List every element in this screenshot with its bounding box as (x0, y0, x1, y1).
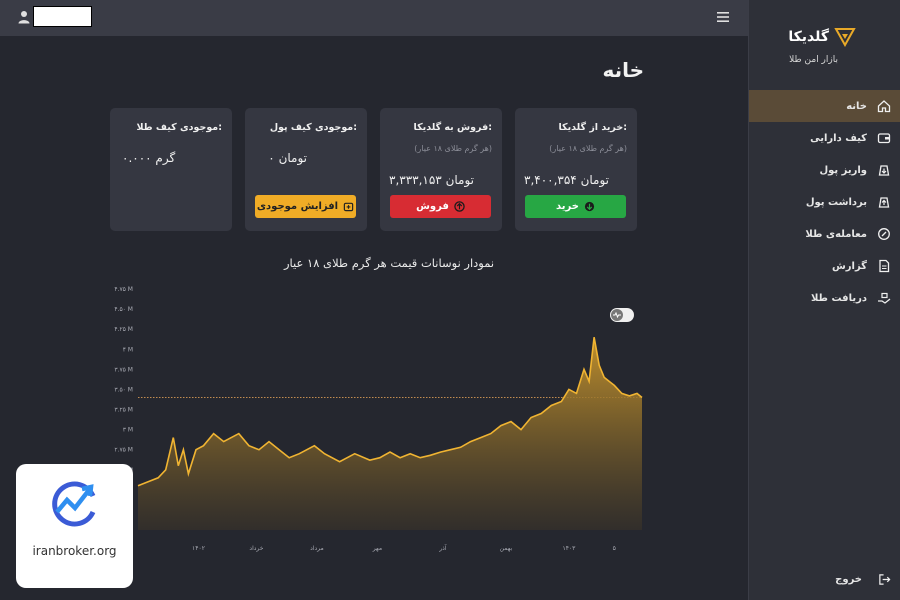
buy-icon (584, 201, 595, 212)
wallet-gold-card: موجودی کیف طلا: ۰.۰۰۰ گرم (110, 108, 232, 231)
sidebar-item-label: خانه (846, 100, 867, 112)
card-subtitle: (هر گرم طلای ۱۸ عیار) (414, 144, 492, 153)
y-tick-label: ۳.۷۵ M (114, 366, 133, 373)
sidebar-item-label: معامله‌ی طلا (805, 228, 867, 240)
buy-button-label: خرید (556, 201, 579, 212)
y-tick-label: ۳ M (123, 427, 133, 434)
sell-price-value: ۳,۳۳۳,۱۵۳ تومان (389, 173, 474, 187)
y-tick-label: ۴ M (123, 346, 133, 353)
sidebar-item-receive-gold[interactable]: دریافت طلا (749, 282, 900, 314)
sidebar-item-report[interactable]: گزارش (749, 250, 900, 282)
username-box (33, 6, 92, 27)
card-title: فروش به گلدیکا: (413, 122, 492, 133)
sell-price-card: فروش به گلدیکا: (هر گرم طلای ۱۸ عیار) ۳,… (380, 108, 502, 231)
report-icon (879, 259, 890, 273)
withdraw-icon (878, 197, 890, 208)
brand-tagline: بازار امن طلا (789, 55, 838, 65)
pulse-icon (611, 309, 623, 321)
hamburger-icon[interactable] (716, 10, 730, 24)
top-bar (0, 0, 748, 36)
sidebar-item-label: گزارش (831, 260, 867, 272)
sidebar-item-withdraw[interactable]: برداشت پول (749, 186, 900, 218)
y-tick-label: ۴.۲۵ M (114, 326, 133, 333)
x-tick-label: ۱۴۰۲ (192, 545, 205, 552)
x-tick-label: آذر (438, 543, 447, 552)
watermark: iranbroker.org (16, 464, 133, 588)
sidebar-item-label: برداشت پول (805, 196, 867, 208)
wallet-gold-value: ۰.۰۰۰ گرم (122, 151, 176, 165)
gold-logo-icon (834, 28, 856, 47)
logout-label: خروج (835, 573, 862, 585)
x-tick-label: مرداد (310, 545, 324, 552)
buy-button[interactable]: خرید (525, 195, 626, 218)
card-subtitle: (هر گرم طلای ۱۸ عیار) (549, 144, 627, 153)
logout-icon (879, 573, 891, 585)
page-title: خانه (602, 58, 644, 82)
brand-name: گلدیکا (788, 29, 829, 45)
watermark-text: iranbroker.org (32, 544, 117, 558)
trade-icon (878, 228, 890, 240)
y-tick-label: ۳.۲۵ M (114, 407, 133, 414)
wallet-money-card: موجودی کیف پول: ۰ تومان افزایش موجودی (245, 108, 367, 231)
chart-title: نمودار نوسانات قیمت هر گرم طلای ۱۸ عیار (284, 256, 495, 270)
sell-icon (454, 201, 465, 212)
wallet-icon (877, 133, 891, 144)
sell-button[interactable]: فروش (390, 195, 491, 218)
sidebar-item-trade[interactable]: معامله‌ی طلا (749, 218, 900, 250)
sidebar-item-wallet[interactable]: کیف دارایی (749, 122, 900, 154)
y-tick-label: ۲.۷۵ M (114, 447, 133, 454)
card-title: خرید از گلدیکا: (558, 122, 627, 133)
x-tick-label: خرداد (249, 545, 263, 552)
sidebar-item-label: کیف دارایی (810, 132, 867, 144)
buy-price-value: ۳,۴۰۰,۳۵۴ تومان (524, 173, 609, 187)
x-tick-label: ۵ (613, 545, 616, 552)
y-tick-label: ۴.۵۰ M (114, 306, 133, 313)
buy-price-card: خرید از گلدیکا: (هر گرم طلای ۱۸ عیار) ۳,… (515, 108, 637, 231)
card-title: موجودی کیف پول: (269, 122, 357, 133)
increase-balance-label: افزایش موجودی (256, 201, 339, 212)
x-tick-label: مهر (372, 545, 382, 552)
sidebar-item-label: دریافت طلا (810, 292, 867, 304)
brand-logo[interactable]: گلدیکا (788, 27, 856, 47)
increase-balance-button[interactable]: افزایش موجودی (255, 195, 356, 218)
x-tick-label: ۱۴۰۳ (562, 545, 576, 552)
sidebar: گلدیکا بازار امن طلا خانه کیف دارایی وار… (748, 0, 900, 600)
wallet-money-value: ۰ تومان (268, 151, 307, 165)
card-title: موجودی کیف طلا: (136, 122, 222, 133)
wallet-plus-icon (343, 202, 354, 212)
sidebar-item-deposit[interactable]: واریز پول (749, 154, 900, 186)
iranbroker-logo (52, 481, 96, 527)
sidebar-item-home[interactable]: خانه (749, 90, 900, 122)
x-tick-label: بهمن (500, 545, 513, 552)
deposit-icon (878, 165, 890, 176)
sidebar-nav: خانه کیف دارایی واریز پول برداشت پول معا… (749, 90, 900, 314)
price-chart: ۲ M۲.۲۵ M۲.۵ M۲.۷۵ M۳ M۳.۲۵ M۳.۵۰ M۳.۷۵ … (114, 286, 643, 552)
sell-button-label: فروش (416, 201, 449, 212)
y-tick-label: ۴.۷۵ M (114, 286, 133, 293)
home-icon (877, 100, 891, 113)
y-tick-label: ۳.۵۰ M (114, 386, 133, 393)
logout-button[interactable]: خروج (749, 566, 900, 592)
user-icon[interactable] (18, 10, 30, 24)
receive-gold-icon (878, 292, 891, 304)
chart-toggle[interactable] (610, 308, 634, 322)
sidebar-item-label: واریز پول (819, 164, 867, 176)
